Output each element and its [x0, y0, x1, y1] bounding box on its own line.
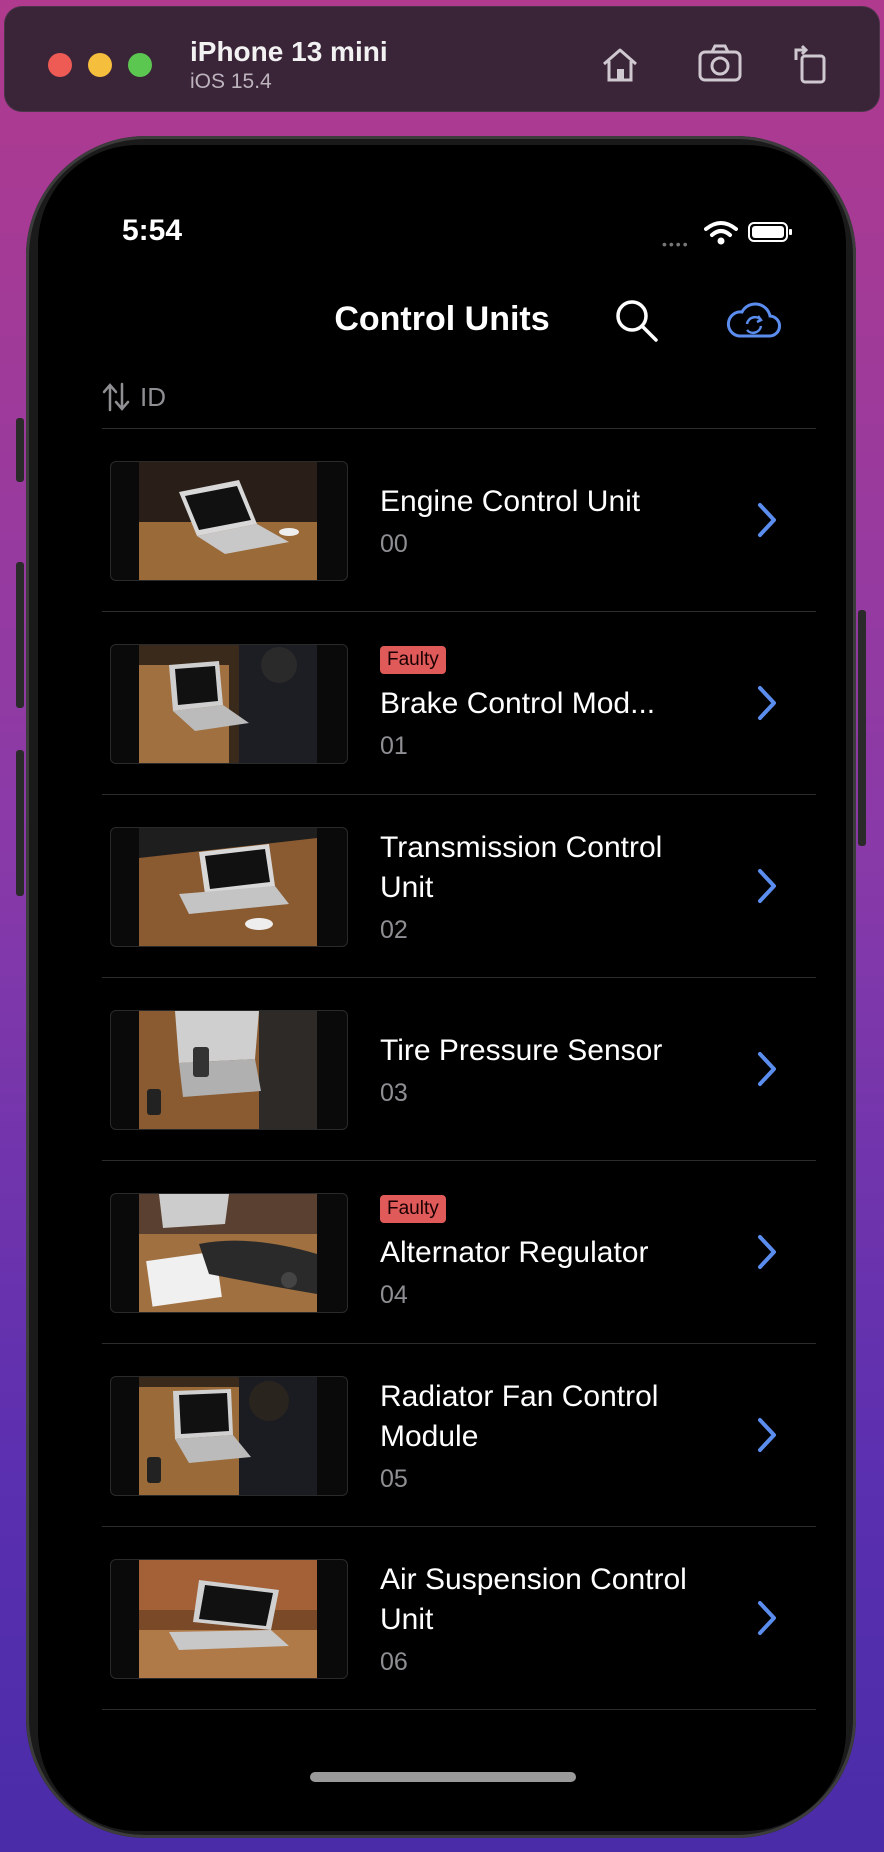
sort-control[interactable]: ID — [102, 380, 166, 414]
unit-name: Radiator Fan Control Module — [380, 1379, 659, 1453]
faulty-badge: Faulty — [380, 1194, 446, 1223]
unit-thumbnail — [110, 1010, 348, 1130]
chevron-right-icon — [758, 1235, 776, 1269]
unit-name: Brake Control Mod... — [380, 686, 656, 720]
control-units-list: Engine Control Unit 00 Faulty Brake Cont… — [102, 428, 816, 1710]
screenshot-icon[interactable] — [696, 40, 744, 88]
unit-id: 04 — [380, 1280, 408, 1309]
status-time: 5:54 — [122, 214, 183, 247]
sort-arrows-icon — [102, 382, 130, 412]
home-icon[interactable] — [596, 40, 644, 88]
laptop-photo — [139, 645, 317, 763]
unit-id: 03 — [380, 1078, 408, 1107]
unit-id: 05 — [380, 1464, 408, 1493]
wifi-icon — [704, 221, 738, 245]
minimize-window-button[interactable] — [88, 53, 112, 77]
unit-name: Alternator Regulator — [380, 1235, 649, 1269]
chevron-right-icon — [758, 1601, 776, 1635]
unit-name: Tire Pressure Sensor — [380, 1033, 663, 1067]
search-icon[interactable] — [612, 296, 660, 344]
unit-thumbnail — [110, 461, 348, 581]
device-name: iPhone 13 mini — [190, 36, 388, 67]
list-item[interactable]: Air Suspension Control Unit 06 — [102, 1527, 816, 1710]
unit-thumbnail — [110, 644, 348, 764]
laptop-photo — [139, 828, 317, 946]
cloud-sync-icon[interactable] — [724, 296, 782, 344]
rotate-icon[interactable] — [788, 40, 836, 88]
mute-switch — [16, 418, 24, 482]
list-item[interactable]: Radiator Fan Control Module 05 — [102, 1344, 816, 1527]
unit-name: Transmission Control Unit — [380, 830, 663, 904]
power-button — [858, 610, 866, 846]
unit-name: Air Suspension Control Unit — [380, 1562, 687, 1636]
sort-label: ID — [140, 381, 166, 412]
laptop-photo — [139, 1377, 317, 1495]
laptop-photo — [139, 1560, 317, 1678]
list-item[interactable]: Tire Pressure Sensor 03 — [102, 978, 816, 1161]
unit-thumbnail — [110, 1193, 348, 1313]
chevron-right-icon — [758, 503, 776, 537]
zoom-window-button[interactable] — [128, 53, 152, 77]
unit-id: 02 — [380, 915, 408, 944]
laptop-photo — [139, 462, 317, 580]
list-item[interactable]: Faulty Brake Control Mod... 01 — [102, 612, 816, 795]
unit-id: 01 — [380, 731, 408, 760]
home-indicator[interactable] — [310, 1772, 576, 1782]
list-item[interactable]: Engine Control Unit 00 — [102, 429, 816, 612]
unit-thumbnail — [110, 1376, 348, 1496]
chevron-right-icon — [758, 686, 776, 720]
battery-icon — [748, 222, 792, 242]
list-item[interactable]: Transmission Control Unit 02 — [102, 795, 816, 978]
close-window-button[interactable] — [48, 53, 72, 77]
cellular-signal-icon: •••• — [662, 236, 690, 252]
unit-thumbnail — [110, 827, 348, 947]
volume-down-button — [16, 750, 24, 896]
chevron-right-icon — [758, 869, 776, 903]
faulty-badge: Faulty — [380, 645, 446, 674]
unit-name: Engine Control Unit — [380, 484, 641, 518]
unit-id: 06 — [380, 1647, 408, 1676]
chevron-right-icon — [758, 1418, 776, 1452]
laptop-photo — [139, 1194, 317, 1312]
unit-id: 00 — [380, 529, 408, 558]
simulator-titlebar: iPhone 13 mini iOS 15.4 — [4, 6, 880, 112]
laptop-photo — [139, 1011, 317, 1129]
list-item[interactable]: Faulty Alternator Regulator 04 — [102, 1161, 816, 1344]
volume-up-button — [16, 562, 24, 708]
unit-thumbnail — [110, 1559, 348, 1679]
device-os-version: iOS 15.4 — [190, 70, 272, 93]
chevron-right-icon — [758, 1052, 776, 1086]
